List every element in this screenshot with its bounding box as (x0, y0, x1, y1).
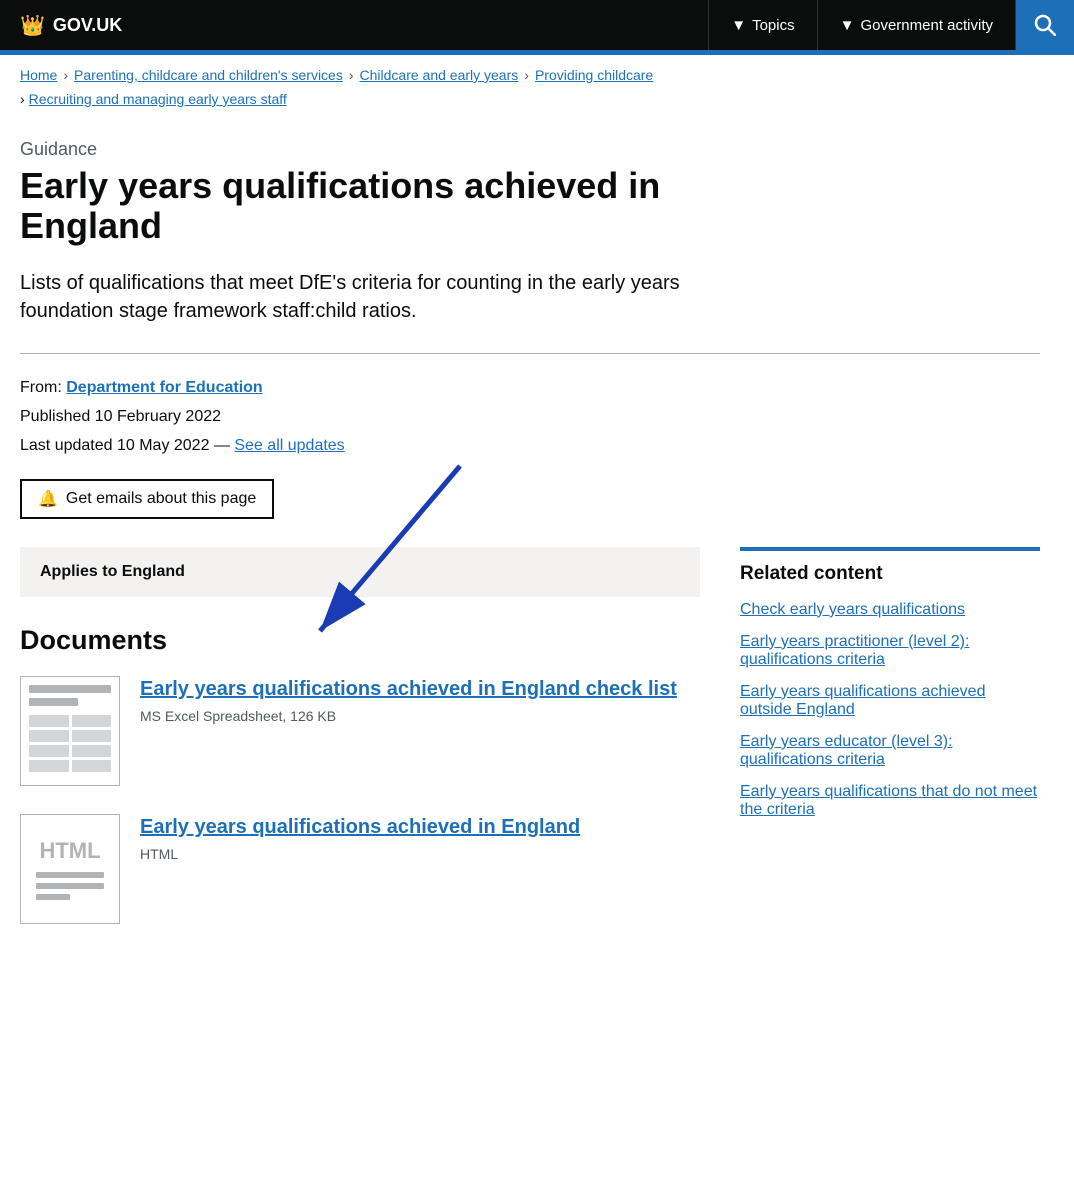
related-link-2[interactable]: Early years practitioner (level 2): qual… (740, 633, 969, 668)
related-link-item-2: Early years practitioner (level 2): qual… (740, 633, 1040, 669)
breadcrumb-home[interactable]: Home (20, 67, 57, 83)
doc-icon-html: HTML (20, 814, 120, 924)
html-line-2 (36, 883, 105, 889)
chevron-down-icon-2: ▼ (840, 17, 855, 34)
doc-meta-2: HTML (140, 846, 700, 862)
grid-cell-2 (72, 715, 112, 727)
breadcrumb-childcare[interactable]: Childcare and early years (360, 67, 519, 83)
related-content-heading: Related content (740, 547, 1040, 585)
breadcrumb-recruiting[interactable]: Recruiting and managing early years staf… (29, 91, 287, 107)
html-line-1 (36, 872, 105, 878)
related-link-1[interactable]: Check early years qualifications (740, 601, 965, 618)
doc-info-1: Early years qualifications achieved in E… (140, 676, 700, 724)
content-wrapper: Guidance Early years qualifications achi… (0, 119, 1060, 972)
topics-menu[interactable]: ▼ Topics (708, 0, 816, 50)
search-button[interactable] (1015, 0, 1074, 50)
doc-icon-line-2 (29, 698, 78, 706)
see-all-updates-link[interactable]: See all updates (234, 437, 344, 454)
doc-title-1[interactable]: Early years qualifications achieved in E… (140, 676, 700, 702)
breadcrumb: Home › Parenting, childcare and children… (0, 55, 1074, 91)
doc-html-icon-inner: HTML (21, 815, 119, 923)
gov-activity-label: Government activity (860, 17, 993, 34)
grid-cell-1 (29, 715, 69, 727)
doc-icon-excel (20, 676, 120, 786)
page-title: Early years qualifications achieved in E… (20, 166, 700, 245)
html-line-3 (36, 894, 70, 900)
grid-cell-4 (72, 730, 112, 742)
doc-meta-1: MS Excel Spreadsheet, 126 KB (140, 708, 700, 724)
breadcrumb-row2: › Recruiting and managing early years st… (0, 91, 1074, 119)
grid-cell-6 (72, 745, 112, 757)
page-description: Lists of qualifications that meet DfE's … (20, 269, 680, 325)
from-line: From: Department for Education (20, 374, 1040, 403)
documents-heading: Documents (20, 625, 700, 656)
doc-icon-grid (29, 715, 111, 772)
main-column: Applies to England Documents (20, 547, 700, 952)
breadcrumb-sep-1: › (63, 67, 68, 83)
grid-cell-7 (29, 760, 69, 772)
document-item-2: HTML Early years qualifications achieved… (20, 814, 700, 924)
related-link-item-3: Early years qualifications achieved outs… (740, 683, 1040, 719)
related-link-item-1: Check early years qualifications (740, 601, 1040, 619)
bell-icon: 🔔 (38, 489, 58, 509)
doc-title-2[interactable]: Early years qualifications achieved in E… (140, 814, 700, 840)
breadcrumb-providing[interactable]: Providing childcare (535, 67, 653, 83)
related-link-5[interactable]: Early years qualifications that do not m… (740, 783, 1037, 818)
breadcrumb-sep-2: › (349, 67, 354, 83)
related-link-3[interactable]: Early years qualifications achieved outs… (740, 683, 985, 718)
get-emails-label: Get emails about this page (66, 490, 256, 508)
updated-text: Last updated 10 May 2022 — (20, 437, 230, 454)
document-item-1: Early years qualifications achieved in E… (20, 676, 700, 786)
topics-label: Topics (752, 17, 795, 34)
from-label: From: (20, 379, 62, 396)
doc-info-2: Early years qualifications achieved in E… (140, 814, 700, 862)
government-activity-menu[interactable]: ▼ Government activity (817, 0, 1015, 50)
crown-icon: 👑 (20, 13, 45, 38)
related-link-item-5: Early years qualifications that do not m… (740, 783, 1040, 819)
search-icon (1034, 14, 1056, 36)
related-link-4[interactable]: Early years educator (level 3): qualific… (740, 733, 953, 768)
logo-text: GOV.UK (53, 15, 122, 36)
related-links-list: Check early years qualifications Early y… (740, 601, 1040, 819)
doc-icon-line-1 (29, 685, 111, 693)
divider-1 (20, 353, 1040, 354)
navigation: 👑 GOV.UK ▼ Topics ▼ Government activity (0, 0, 1074, 50)
get-emails-button[interactable]: 🔔 Get emails about this page (20, 479, 274, 519)
breadcrumb-sep-3: › (524, 67, 529, 83)
grid-cell-8 (72, 760, 112, 772)
published-line: Published 10 February 2022 (20, 403, 1040, 432)
page-label: Guidance (20, 139, 1040, 160)
from-org-link[interactable]: Department for Education (66, 379, 262, 396)
html-icon-lines (36, 872, 105, 900)
grid-cell-3 (29, 730, 69, 742)
grid-cell-5 (29, 745, 69, 757)
gov-uk-logo[interactable]: 👑 GOV.UK (0, 0, 142, 50)
chevron-down-icon: ▼ (731, 17, 746, 34)
breadcrumb-row2-sep: › (20, 91, 25, 107)
meta-section: From: Department for Education Published… (20, 374, 1040, 460)
html-label: HTML (39, 838, 100, 864)
two-column-layout: Applies to England Documents (20, 547, 1040, 952)
applies-to-text: Applies to England (40, 563, 185, 580)
related-link-item-4: Early years educator (level 3): qualific… (740, 733, 1040, 769)
sidebar-column: Related content Check early years qualif… (740, 547, 1040, 833)
nav-links: ▼ Topics ▼ Government activity (708, 0, 1074, 50)
applies-to-box: Applies to England (20, 547, 700, 597)
breadcrumb-parenting[interactable]: Parenting, childcare and children's serv… (74, 67, 343, 83)
updated-line: Last updated 10 May 2022 — See all updat… (20, 432, 1040, 461)
